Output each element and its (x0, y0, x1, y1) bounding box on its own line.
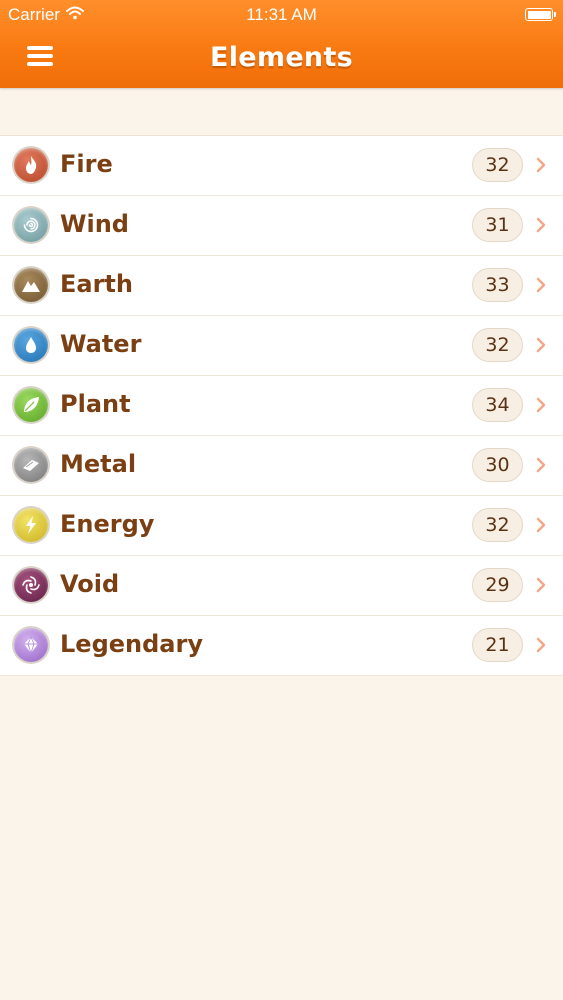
lightning-icon (14, 508, 48, 542)
chevron-right-icon (536, 397, 546, 413)
leaf-icon (14, 388, 48, 422)
chevron-right-icon (536, 457, 546, 473)
element-count-badge: 33 (472, 268, 523, 302)
chevron-right-icon (536, 157, 546, 173)
element-label: Metal (60, 450, 137, 478)
fire-icon (14, 148, 48, 182)
element-row-water[interactable]: Water 32 (0, 316, 563, 376)
element-count-badge: 31 (472, 208, 523, 242)
chevron-right-icon (536, 517, 546, 533)
element-row-void[interactable]: Void 29 (0, 556, 563, 616)
element-row-energy[interactable]: Energy 32 (0, 496, 563, 556)
mountain-icon (14, 268, 48, 302)
element-row-wind[interactable]: Wind 31 (0, 196, 563, 256)
chevron-right-icon (536, 217, 546, 233)
element-label: Energy (60, 510, 155, 538)
element-row-legendary[interactable]: Legendary 21 (0, 616, 563, 676)
gem-icon (14, 628, 48, 662)
element-count-badge: 29 (472, 568, 523, 602)
chevron-right-icon (536, 337, 546, 353)
element-label: Legendary (60, 630, 203, 658)
element-label: Earth (60, 270, 133, 298)
nav-bar: Carrier 11:31 AM Elements (0, 0, 563, 88)
element-label: Water (60, 330, 142, 358)
status-time: 11:31 AM (246, 5, 317, 24)
element-row-fire[interactable]: Fire 32 (0, 136, 563, 196)
chevron-right-icon (536, 637, 546, 653)
chevron-right-icon (536, 577, 546, 593)
element-label: Wind (60, 210, 129, 238)
element-count-badge: 32 (472, 328, 523, 362)
chevron-right-icon (536, 277, 546, 293)
element-row-metal[interactable]: Metal 30 (0, 436, 563, 496)
element-label: Void (60, 570, 120, 598)
page-title: Elements (209, 42, 354, 73)
element-count-badge: 21 (472, 628, 523, 662)
status-bar: Carrier 11:31 AM (0, 0, 563, 30)
element-count-badge: 32 (472, 508, 523, 542)
element-count-badge: 34 (472, 388, 523, 422)
element-count-badge: 30 (472, 448, 523, 482)
element-row-earth[interactable]: Earth 33 (0, 256, 563, 316)
metal-icon (14, 448, 48, 482)
wind-icon (14, 208, 48, 242)
water-drop-icon (14, 328, 48, 362)
elements-list: Fire 32 Wind 31 Earth 33 Water 32 Plant … (0, 135, 563, 676)
element-row-plant[interactable]: Plant 34 (0, 376, 563, 436)
element-label: Plant (60, 390, 131, 418)
element-label: Fire (60, 150, 113, 178)
element-count-badge: 32 (472, 148, 523, 182)
vortex-icon (14, 568, 48, 602)
battery-icon (525, 8, 556, 21)
